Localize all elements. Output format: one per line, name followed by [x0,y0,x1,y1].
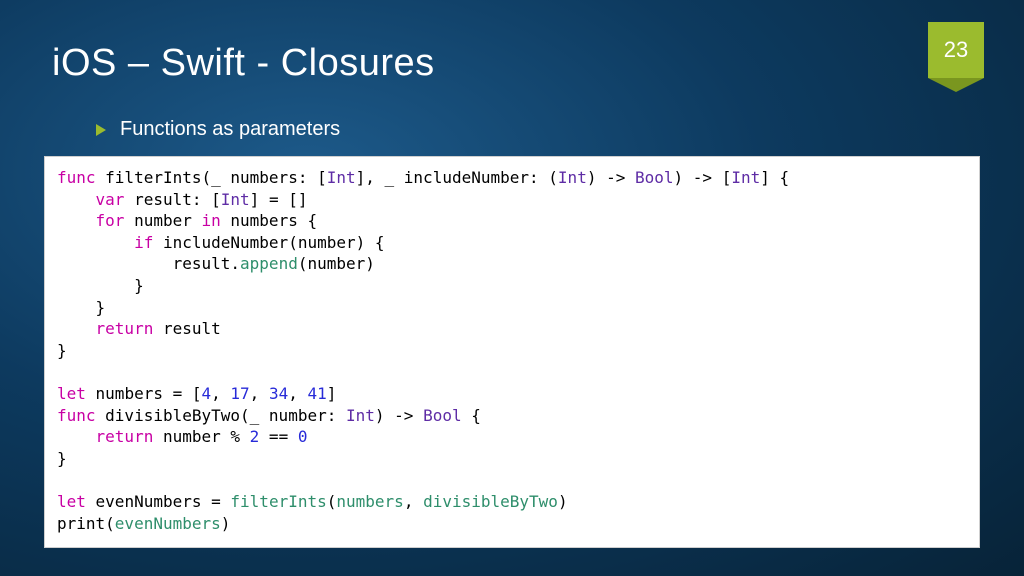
code-text: evenNumbers = [86,492,231,511]
type-int: Int [327,168,356,187]
code-text: numbers { [221,211,317,230]
kw-let: let [57,492,86,511]
comma: , [250,384,269,403]
code-text: } [57,276,144,295]
code-text: } [57,449,67,468]
indent [57,211,96,230]
kw-in: in [202,211,221,230]
code-text: ) -> [587,168,635,187]
code-text: } [57,298,105,317]
num-literal: 4 [202,384,212,403]
type-int: Int [558,168,587,187]
indent [57,190,96,209]
triangle-bullet-icon [96,124,106,136]
kw-return: return [96,427,154,446]
type-int: Int [346,406,375,425]
kw-if: if [134,233,153,252]
code-block: func filterInts(_ numbers: [Int], _ incl… [44,156,980,548]
id-divisiblebytwo: divisibleByTwo [423,492,558,511]
fn-append: append [240,254,298,273]
comma: , [288,384,307,403]
code-text: number [124,211,201,230]
id-numbers: numbers [336,492,403,511]
num-literal: 2 [250,427,260,446]
kw-func: func [57,168,96,187]
code-text: == [259,427,298,446]
code-text: { [462,406,481,425]
num-literal: 34 [269,384,288,403]
code-text: filterInts(_ numbers: [ [96,168,327,187]
code-text: ) -> [375,406,423,425]
code-text: result: [ [124,190,220,209]
code-text: } [57,341,67,360]
code-text: ) [221,514,231,533]
bullet-row: Functions as parameters [96,118,340,141]
indent [57,319,96,338]
code-text: ] [327,384,337,403]
id-filterints: filterInts [230,492,326,511]
page-number-badge: 23 [928,22,984,78]
slide-title: iOS – Swift - Closures [52,42,435,85]
code-text: number % [153,427,249,446]
code-text: print( [57,514,115,533]
indent [57,427,96,446]
code-text: ], _ includeNumber: ( [356,168,558,187]
num-literal: 41 [307,384,326,403]
kw-func: func [57,406,96,425]
code-text: (number) [298,254,375,273]
code-text: ) -> [ [674,168,732,187]
num-literal: 0 [298,427,308,446]
slide: 23 iOS – Swift - Closures Functions as p… [0,0,1024,576]
paren: ( [327,492,337,511]
code-text: numbers = [ [86,384,202,403]
type-int: Int [731,168,760,187]
bullet-text: Functions as parameters [120,118,340,141]
paren: ) [558,492,568,511]
comma: , [404,492,423,511]
code-text: ] { [760,168,789,187]
code-text: includeNumber(number) { [153,233,384,252]
code-text: result [153,319,220,338]
num-literal: 17 [230,384,249,403]
kw-for: for [96,211,125,230]
id-evennumbers: evenNumbers [115,514,221,533]
indent [57,233,134,252]
code-text: divisibleByTwo(_ number: [96,406,346,425]
comma: , [211,384,230,403]
type-bool: Bool [423,406,462,425]
type-bool: Bool [635,168,674,187]
type-int: Int [221,190,250,209]
code-text: result. [57,254,240,273]
kw-var: var [96,190,125,209]
page-number: 23 [944,37,968,63]
code-text: ] = [] [250,190,308,209]
kw-let: let [57,384,86,403]
kw-return: return [96,319,154,338]
